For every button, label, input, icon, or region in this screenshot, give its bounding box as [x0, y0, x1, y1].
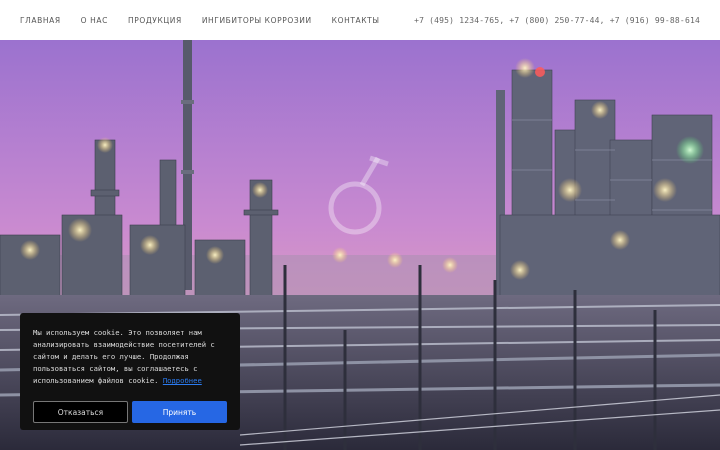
nav-item-home[interactable]: ГЛАВНАЯ	[20, 16, 61, 25]
decline-button[interactable]: Отказаться	[33, 401, 128, 423]
site-header: ГЛАВНАЯ О НАС ПРОДУКЦИЯ ИНГИБИТОРЫ КОРРО…	[0, 0, 720, 40]
cookie-actions: Отказаться Принять	[33, 401, 227, 423]
nav-item-about[interactable]: О НАС	[81, 16, 108, 25]
cookie-message: Мы используем cookie. Это позволяет нам …	[33, 327, 227, 387]
nav-item-corrosion-inhibitors[interactable]: ИНГИБИТОРЫ КОРРОЗИИ	[202, 16, 312, 25]
nav-item-contacts[interactable]: КОНТАКТЫ	[332, 16, 380, 25]
phone-numbers[interactable]: +7 (495) 1234-765, +7 (800) 250-77-44, +…	[414, 16, 700, 25]
cookie-banner: Мы используем cookie. Это позволяет нам …	[20, 313, 240, 430]
accept-button[interactable]: Принять	[132, 401, 227, 423]
cookie-more-link[interactable]: Подробнее	[163, 376, 202, 385]
main-nav: ГЛАВНАЯ О НАС ПРОДУКЦИЯ ИНГИБИТОРЫ КОРРО…	[20, 16, 380, 25]
nav-item-products[interactable]: ПРОДУКЦИЯ	[128, 16, 182, 25]
